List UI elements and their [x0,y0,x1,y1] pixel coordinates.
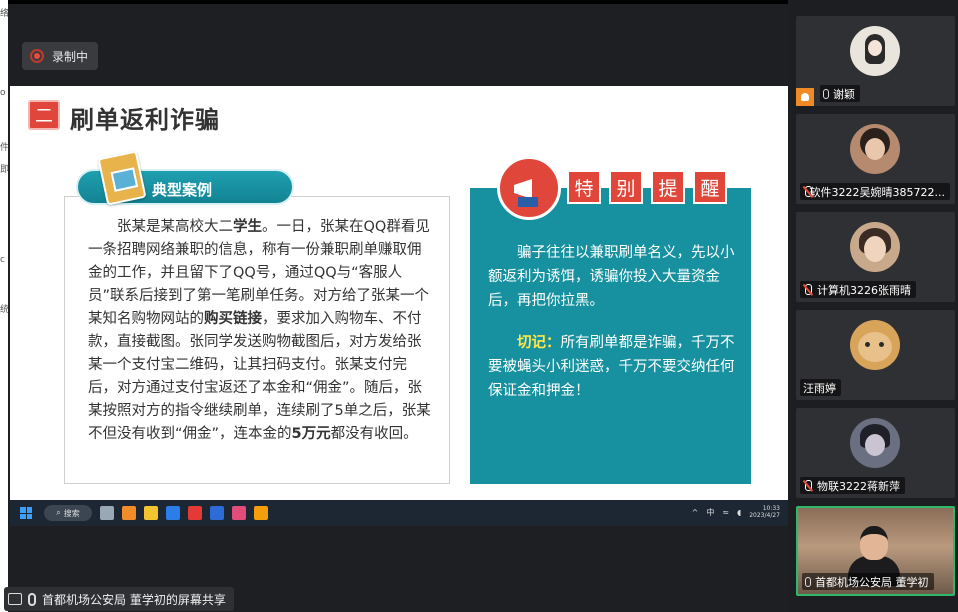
participant-name: 物联3222蒋新萍 [817,479,900,493]
avatar [850,222,900,272]
case-text-bold: 购买链接 [204,311,262,327]
participant-name: 计算机3226张雨晴 [817,283,911,297]
participant-panel[interactable]: 谢颖 软件3222吴婉晴385722... 计算机3226张雨晴 汪雨婷 物联3… [788,0,958,612]
participant-name: 谢颖 [833,87,855,101]
taskbar-app-icon [254,506,268,520]
windows-start-icon [20,507,32,519]
presenter-label[interactable]: 首都机场公安局 董学初的屏幕共享 [4,587,234,611]
microphone-icon [28,592,36,606]
participant-tile-active-speaker[interactable]: 首都机场公安局 董学初 [796,506,955,596]
wifi-icon: ≈ [722,507,730,517]
taskbar-search-label: 搜索 [63,508,80,518]
avatar [850,26,900,76]
participant-label: 谢颖 [820,85,860,102]
case-text: 张某是某高校大二学生。一日，张某在QQ群看见一条招聘网络兼职的信息，称有一份兼职… [88,216,432,446]
avatar [850,418,900,468]
screen-share-area: 录制中 二 刷单返利诈骗 典型案例 张某是某高校大二学生。一日，张某在QQ群看见… [8,0,794,612]
case-text-part: ，要求加入购物车、不付款，直接截图。张同学发送购物截图后，对方发给张某一个支付宝… [88,311,431,442]
screen-share-icon [8,593,22,605]
participant-label: 计算机3226张雨晴 [800,281,916,298]
taskbar-app-icon [166,506,180,520]
clock: 10:33 2023/4/27 [749,505,780,519]
search-icon: ⌕ [56,508,61,517]
warning-highlight: 切记： [517,335,561,351]
taskbar-app-icon [144,506,158,520]
case-text-part: 张某是某高校大二 [117,219,233,235]
warning-char: 提 [651,170,685,204]
mic-muted-icon [803,283,813,296]
warning-char: 别 [609,170,643,204]
shared-taskbar: ⌕ 搜索 ^ 中 ≈ ◖ 10:33 2023/4/27 [10,500,794,526]
chevron-up-icon: ^ [691,507,699,517]
participant-label: 物联3222蒋新萍 [800,477,905,494]
participant-name: 软件3222吴婉晴385722... [809,185,945,199]
taskbar-apps [92,506,268,520]
taskbar-app-icon [100,506,114,520]
case-text-part: 都没有收回。 [330,426,418,442]
mic-muted-icon [803,185,811,198]
warning-reminder: 切记：所有刷单都是诈骗，千万不要被蝇头小利迷惑，千万不要交纳任何保证金和押金！ [488,331,742,403]
case-text-bold: 学生 [233,219,262,235]
avatar [850,124,900,174]
participant-tile[interactable]: 物联3222蒋新萍 [796,408,955,498]
system-tray: ^ 中 ≈ ◖ 10:33 2023/4/27 [692,505,780,519]
taskbar-app-icon [232,506,246,520]
warning-char: 特 [567,170,601,204]
volume-icon: ◖ [737,507,742,517]
mic-muted-icon [803,479,813,492]
slide-title: 刷单返利诈骗 [70,106,220,134]
section-number: 二 [28,100,60,130]
avatar [850,320,900,370]
clock-date: 2023/4/27 [749,512,780,519]
participant-tile[interactable]: 汪雨婷 [796,310,955,400]
participant-name: 首都机场公安局 董学初 [815,575,929,589]
participant-tile[interactable]: 谢颖 [796,16,955,106]
participant-tile[interactable]: 计算机3226张雨晴 [796,212,955,302]
participant-label: 汪雨婷 [800,379,841,396]
presentation-slide: 二 刷单返利诈骗 典型案例 张某是某高校大二学生。一日，张某在QQ群看见一条招聘… [10,86,794,500]
clock-time: 10:33 [762,505,780,512]
microphone-icon [823,88,829,99]
taskbar-app-icon [122,506,136,520]
megaphone-icon [497,156,561,220]
participant-label: 软件3222吴婉晴385722... [800,183,950,200]
taskbar-app-icon [210,506,224,520]
taskbar-search: ⌕ 搜索 [44,505,92,521]
presenter-name: 首都机场公安局 董学初的屏幕共享 [42,592,226,607]
participant-name: 汪雨婷 [803,381,836,395]
participant-label: 首都机场公安局 董学初 [802,573,934,590]
background-window-edge: 络 o 件 即 c 统 [0,0,8,612]
input-method: 中 [706,507,715,517]
document-icon [97,150,147,206]
record-icon [30,49,44,63]
case-text-bold: 5万元 [291,426,331,442]
host-icon [796,88,814,106]
recording-indicator[interactable]: 录制中 [22,42,99,70]
warning-heading: 特 别 提 醒 [567,170,727,204]
warning-char: 醒 [693,170,727,204]
warning-text: 骗子往往以兼职刷单名义，先以小额返利为诱饵，诱骗你投入大量资金后，再把你拉黑。 [488,245,735,309]
participant-tile[interactable]: 软件3222吴婉晴385722... [796,114,955,204]
microphone-icon [805,576,811,587]
taskbar-app-icon [188,506,202,520]
case-tab-label: 典型案例 [152,181,213,199]
recording-label: 录制中 [52,49,89,64]
